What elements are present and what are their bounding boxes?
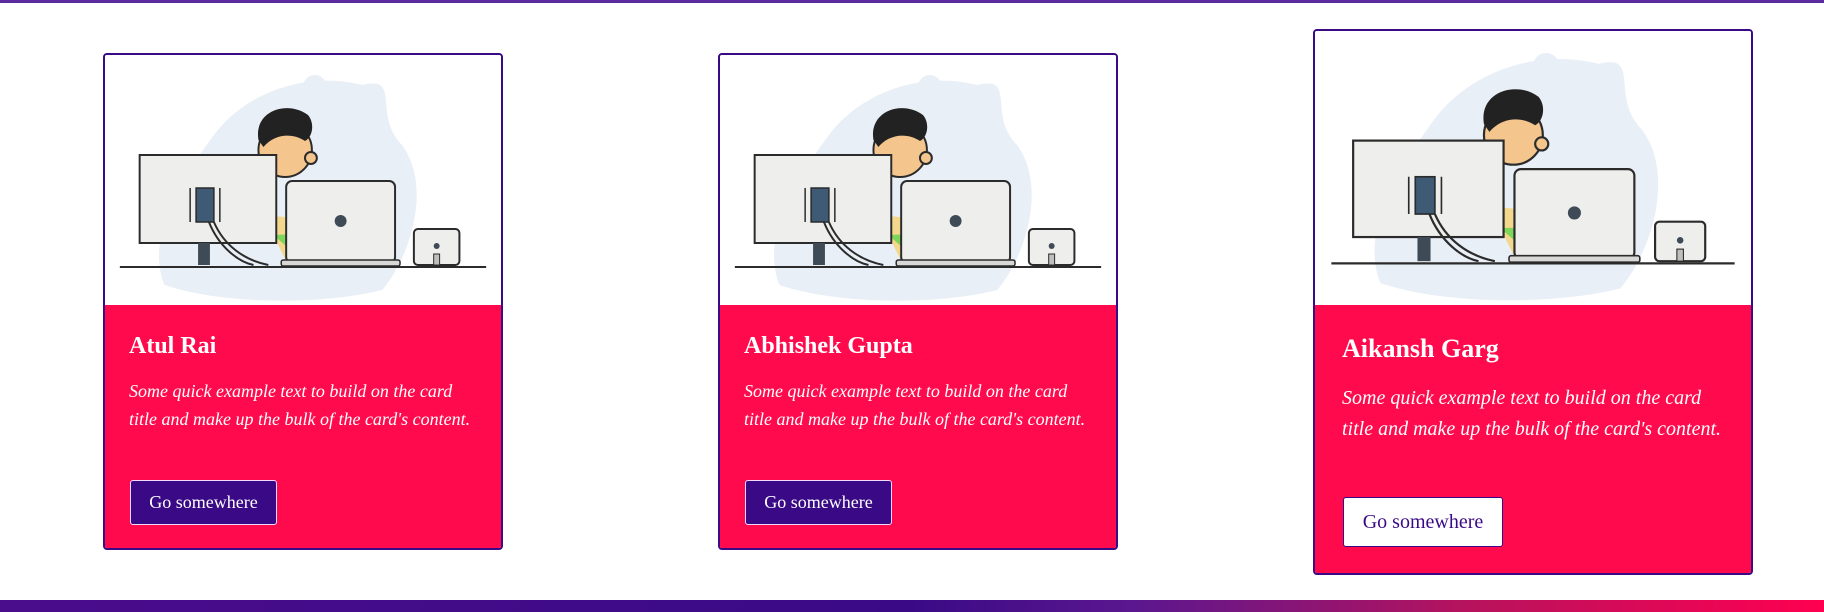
card-body: Atul Rai Some quick example text to buil… <box>105 305 501 548</box>
card-text: Some quick example text to build on the … <box>129 381 471 429</box>
developer-illustration <box>734 75 1102 301</box>
developer-illustration <box>1331 52 1735 301</box>
card-body: Abhishek Gupta Some quick example text t… <box>720 305 1116 548</box>
go-somewhere-button[interactable]: Go somewhere <box>130 480 277 525</box>
top-accent-line <box>0 0 1824 3</box>
card-image <box>720 55 1116 305</box>
footer-gradient-band <box>0 600 1824 612</box>
card-title: Atul Rai <box>129 333 217 359</box>
card-body: Aikansh Garg Some quick example text to … <box>1315 305 1751 573</box>
card-image <box>1315 31 1751 305</box>
go-somewhere-button[interactable]: Go somewhere <box>745 480 892 525</box>
card-title: Abhishek Gupta <box>744 333 913 359</box>
developer-illustration <box>119 75 487 301</box>
card-text: Some quick example text to build on the … <box>744 381 1086 429</box>
card-title: Aikansh Garg <box>1342 334 1499 363</box>
profile-card-2: Abhishek Gupta Some quick example text t… <box>718 53 1118 550</box>
card-text: Some quick example text to build on the … <box>1342 387 1722 440</box>
profile-card-3: Aikansh Garg Some quick example text to … <box>1313 29 1753 575</box>
card-image <box>105 55 501 305</box>
profile-card-1: Atul Rai Some quick example text to buil… <box>103 53 503 550</box>
go-somewhere-button[interactable]: Go somewhere <box>1343 497 1503 547</box>
